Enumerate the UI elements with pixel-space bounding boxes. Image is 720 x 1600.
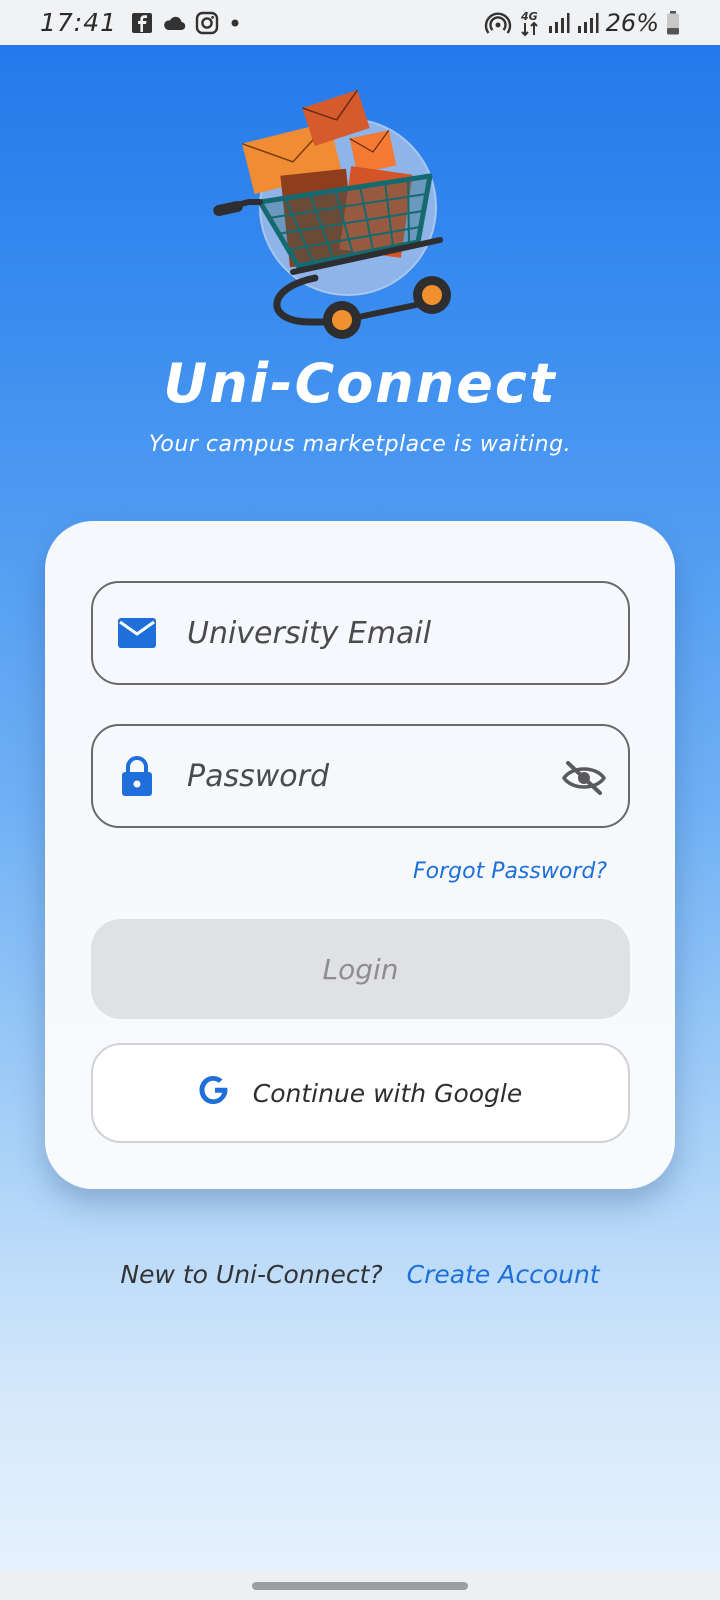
status-bar: 17:41 4G 26% <box>0 0 720 45</box>
app-logo <box>205 89 465 340</box>
app-title: Uni-Connect <box>163 352 557 415</box>
facebook-icon <box>131 12 153 34</box>
google-icon <box>199 1074 231 1112</box>
email-field[interactable] <box>91 581 630 685</box>
password-input[interactable] <box>187 758 547 794</box>
battery-icon <box>666 10 680 35</box>
signup-prompt: New to Uni-Connect? Create Account <box>0 1260 720 1289</box>
google-signin-label: Continue with Google <box>252 1078 523 1108</box>
instagram-icon <box>195 11 219 35</box>
app-tagline: Your campus marketplace is waiting. <box>148 432 572 457</box>
status-time: 17:41 <box>40 8 118 37</box>
forgot-password-link[interactable]: Forgot Password? <box>413 859 607 884</box>
data-arrows-icon: 4G <box>519 9 541 37</box>
hotspot-icon <box>484 11 512 35</box>
cloud-icon <box>162 14 186 32</box>
signal-icon <box>548 12 570 34</box>
create-account-link[interactable]: Create Account <box>407 1260 600 1289</box>
password-field[interactable] <box>91 724 630 828</box>
lock-icon <box>117 756 157 796</box>
login-button[interactable]: Login <box>91 919 630 1019</box>
google-signin-button[interactable]: Continue with Google <box>91 1043 630 1143</box>
svg-text:4G: 4G <box>520 10 538 23</box>
battery-percent: 26% <box>605 8 659 37</box>
signup-question: New to Uni-Connect? <box>120 1260 383 1289</box>
login-card: Forgot Password? Login Continue with Goo… <box>45 521 675 1189</box>
signal-icon <box>577 12 599 34</box>
dot-icon <box>228 16 242 30</box>
navigation-bar <box>0 1572 720 1600</box>
home-gesture-handle[interactable] <box>252 1582 468 1590</box>
mail-icon <box>117 613 157 653</box>
email-input[interactable] <box>187 615 547 651</box>
eye-off-icon[interactable] <box>562 756 606 800</box>
